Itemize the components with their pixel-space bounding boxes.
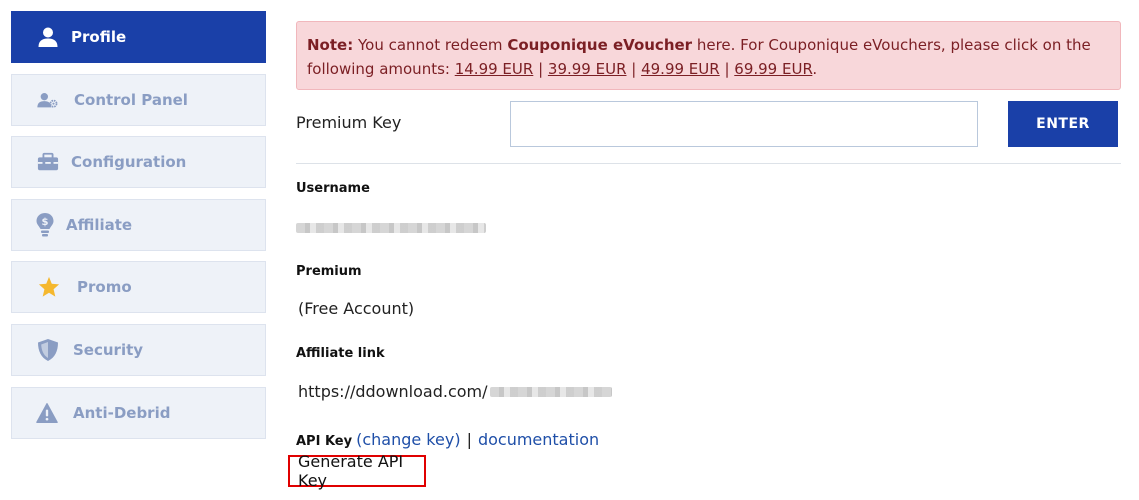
- api-key-row: API Key (change key) | documentation: [296, 430, 599, 449]
- lightbulb-dollar-icon: $: [34, 212, 56, 237]
- username-value-redacted: [296, 223, 486, 233]
- affiliate-link-prefix: https://ddownload.com/: [298, 382, 488, 401]
- star-icon: [38, 276, 60, 298]
- sidebar-item-label: Promo: [77, 278, 132, 297]
- amount-link-39-99[interactable]: 39.99 EUR: [548, 60, 627, 78]
- shield-icon: [37, 338, 59, 361]
- sidebar-item-label: Security: [73, 340, 144, 359]
- sidebar-item-configuration[interactable]: Configuration: [11, 136, 266, 189]
- premium-key-row: Premium Key ENTER: [296, 101, 1121, 163]
- toolbox-icon: [37, 151, 59, 173]
- note-prefix: Note:: [307, 36, 354, 54]
- affiliate-link-value: https://ddownload.com/: [298, 382, 612, 401]
- sidebar-item-label: Affiliate: [66, 215, 133, 234]
- user-icon: [37, 26, 59, 48]
- api-separator: |: [466, 430, 472, 449]
- sidebar-item-label: Control Panel: [74, 90, 188, 109]
- sidebar-item-profile[interactable]: Profile: [11, 11, 266, 63]
- sidebar: Profile Control Panel Configuration $ Af…: [11, 11, 266, 449]
- premium-key-label: Premium Key: [296, 113, 402, 132]
- premium-status: (Free Account): [298, 299, 415, 318]
- affiliate-link-label: Affiliate link: [296, 346, 385, 361]
- amount-separator: |: [626, 60, 642, 78]
- svg-text:$: $: [42, 217, 49, 228]
- api-key-label: API Key: [296, 434, 353, 449]
- note-product: Couponique eVoucher: [507, 36, 693, 54]
- sidebar-item-label: Profile: [71, 28, 127, 46]
- sidebar-item-label: Configuration: [71, 153, 187, 172]
- amount-separator: |: [719, 60, 735, 78]
- affiliate-id-redacted: [489, 386, 612, 397]
- warning-icon: [36, 402, 58, 424]
- user-gear-icon: [37, 89, 59, 111]
- note-end: .: [812, 60, 818, 78]
- amount-separator: |: [533, 60, 548, 78]
- sidebar-item-label: Anti-Debrid: [73, 403, 171, 422]
- sidebar-item-promo[interactable]: Promo: [11, 261, 266, 314]
- documentation-link[interactable]: documentation: [478, 430, 599, 449]
- sidebar-item-anti-debrid[interactable]: Anti-Debrid: [11, 386, 266, 439]
- divider: [296, 163, 1121, 164]
- note-text: You cannot redeem: [353, 36, 508, 54]
- profile-main: Note: You cannot redeem Couponique eVouc…: [288, 21, 1121, 490]
- voucher-note: Note: You cannot redeem Couponique eVouc…: [296, 21, 1121, 90]
- amount-link-49-99[interactable]: 49.99 EUR: [641, 60, 720, 78]
- sidebar-item-affiliate[interactable]: $ Affiliate: [11, 198, 266, 251]
- generate-api-key-button[interactable]: Generate API Key: [288, 452, 426, 490]
- sidebar-item-control-panel[interactable]: Control Panel: [11, 73, 266, 126]
- change-key-link[interactable]: (change key): [356, 430, 460, 449]
- amount-link-14-99[interactable]: 14.99 EUR: [455, 60, 534, 78]
- premium-key-input[interactable]: [510, 101, 978, 147]
- sidebar-item-security[interactable]: Security: [11, 323, 266, 376]
- username-label: Username: [296, 181, 370, 196]
- amount-link-69-99[interactable]: 69.99 EUR: [734, 60, 812, 78]
- premium-label: Premium: [296, 264, 362, 279]
- enter-button[interactable]: ENTER: [1008, 101, 1118, 147]
